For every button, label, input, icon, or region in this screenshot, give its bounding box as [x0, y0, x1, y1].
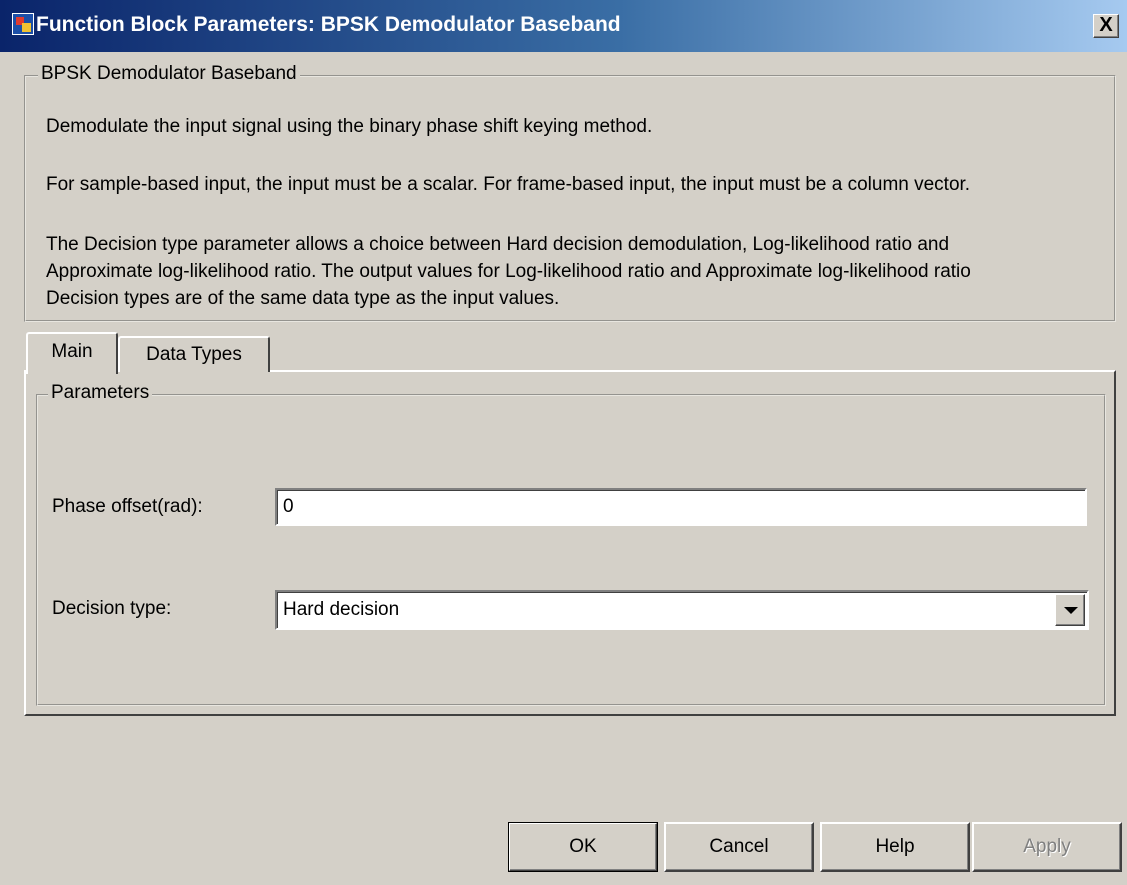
title-bar[interactable]: Function Block Parameters: BPSK Demodula…: [0, 0, 1127, 52]
window-title: Function Block Parameters: BPSK Demodula…: [36, 13, 621, 36]
ok-button[interactable]: OK: [508, 822, 658, 872]
close-button[interactable]: X: [1093, 14, 1119, 38]
tab-data-types[interactable]: Data Types: [118, 336, 270, 372]
description-line: For sample-based input, the input must b…: [46, 174, 971, 195]
parameters-group: [36, 394, 1106, 706]
cancel-button[interactable]: Cancel: [664, 822, 814, 872]
chevron-down-icon[interactable]: [1055, 594, 1085, 626]
description-line: Decision types are of the same data type…: [46, 288, 560, 309]
apply-button[interactable]: Apply: [972, 822, 1122, 872]
phase-offset-label: Phase offset(rad):: [52, 496, 203, 517]
decision-type-value: Hard decision: [283, 599, 400, 620]
description-line: Demodulate the input signal using the bi…: [46, 116, 653, 137]
phase-offset-input[interactable]: [275, 488, 1087, 526]
simulink-block-icon[interactable]: [12, 13, 34, 35]
parameters-group-title: Parameters: [48, 382, 153, 404]
description-group-title: BPSK Demodulator Baseband: [38, 63, 300, 85]
description-line: Approximate log-likelihood ratio. The ou…: [46, 261, 971, 282]
decision-type-label: Decision type:: [52, 598, 172, 619]
help-button[interactable]: Help: [820, 822, 970, 872]
decision-type-dropdown[interactable]: Hard decision: [275, 590, 1089, 630]
description-line: The Decision type parameter allows a cho…: [46, 234, 950, 255]
tab-main[interactable]: Main: [26, 332, 118, 374]
